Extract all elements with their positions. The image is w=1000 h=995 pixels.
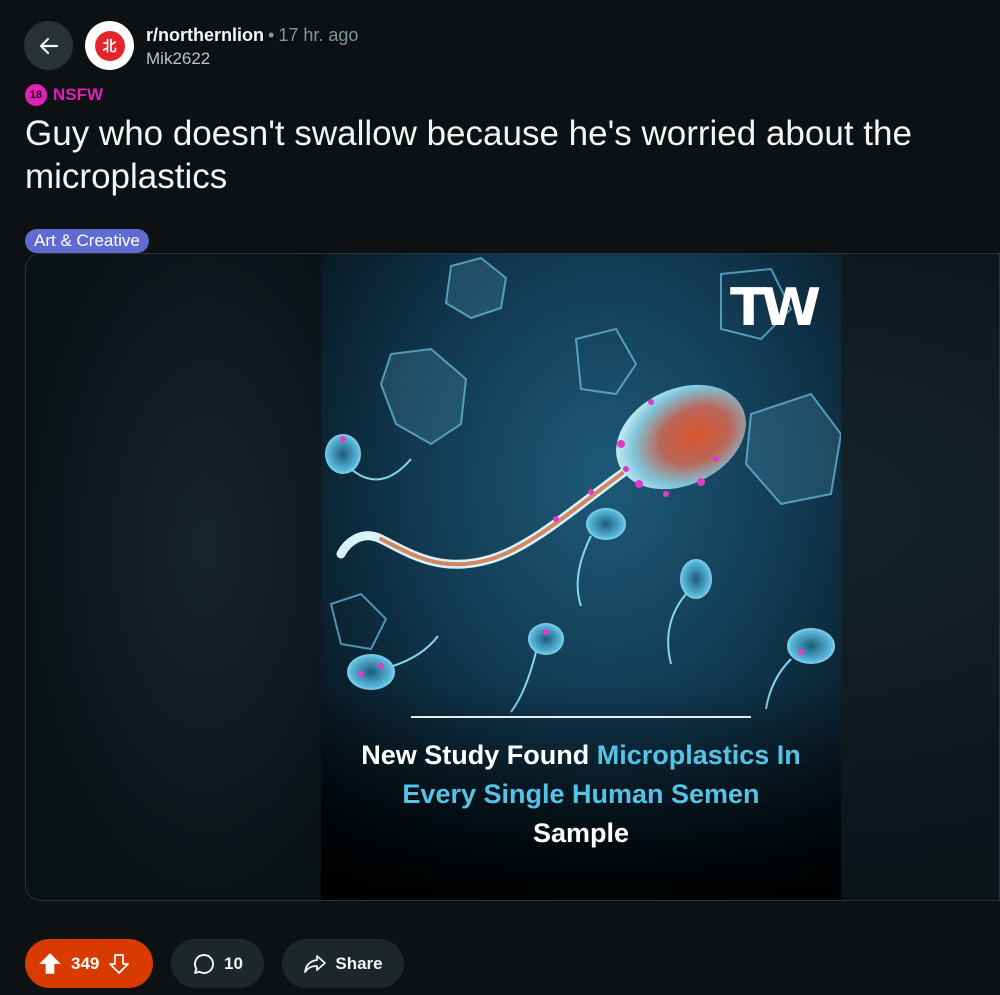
meta-separator: • (268, 25, 275, 45)
nsfw-18-icon: 18 (25, 84, 47, 106)
post-time: 17 hr. ago (278, 25, 359, 45)
vote-bar: 349 (25, 939, 153, 988)
subreddit-avatar[interactable]: 北 (85, 21, 134, 70)
media-backdrop (26, 254, 326, 900)
comment-bubble-icon (194, 953, 215, 974)
nsfw-tag: 18 NSFW (25, 84, 103, 106)
tw-logo: TW (730, 278, 821, 338)
back-button[interactable] (24, 21, 73, 70)
post-media[interactable]: TW New Study Found Microplastics In Ever… (25, 253, 1000, 901)
nsfw-label: NSFW (53, 85, 104, 104)
post-page: 北 r/northernlion • 17 hr. ago Mik2622 18 N… (0, 0, 1000, 995)
headline-part-3: Every Single Human Semen (402, 779, 760, 809)
post-title: Guy who doesn't swallow because he's wor… (25, 114, 912, 196)
subreddit-link[interactable]: r/northernlion (146, 25, 264, 45)
share-button[interactable]: Share (282, 939, 404, 988)
comments-button[interactable]: 10 (171, 939, 264, 988)
downvote-icon[interactable] (107, 952, 131, 976)
post-image[interactable]: TW New Study Found Microplastics In Ever… (321, 254, 841, 900)
headline-part-1: New Study Found (361, 740, 597, 770)
author-username[interactable]: Mik2622 (146, 48, 210, 70)
subreddit-avatar-glyph: 北 (94, 30, 125, 61)
image-headline: New Study Found Microplastics In Every S… (321, 736, 841, 853)
post-flair[interactable]: Art & Creative (25, 229, 149, 253)
share-label: Share (335, 953, 383, 973)
vote-count: 349 (71, 953, 100, 973)
headline-part-4: Sample (532, 818, 630, 848)
post-meta: r/northernlion • 17 hr. ago (146, 24, 358, 46)
comment-count: 10 (224, 953, 243, 973)
headline-part-2: Microplastics In (596, 740, 801, 770)
share-arrow-icon (304, 954, 327, 973)
image-divider (411, 716, 751, 718)
upvote-icon[interactable] (37, 951, 63, 977)
arrow-left-icon (39, 37, 58, 54)
